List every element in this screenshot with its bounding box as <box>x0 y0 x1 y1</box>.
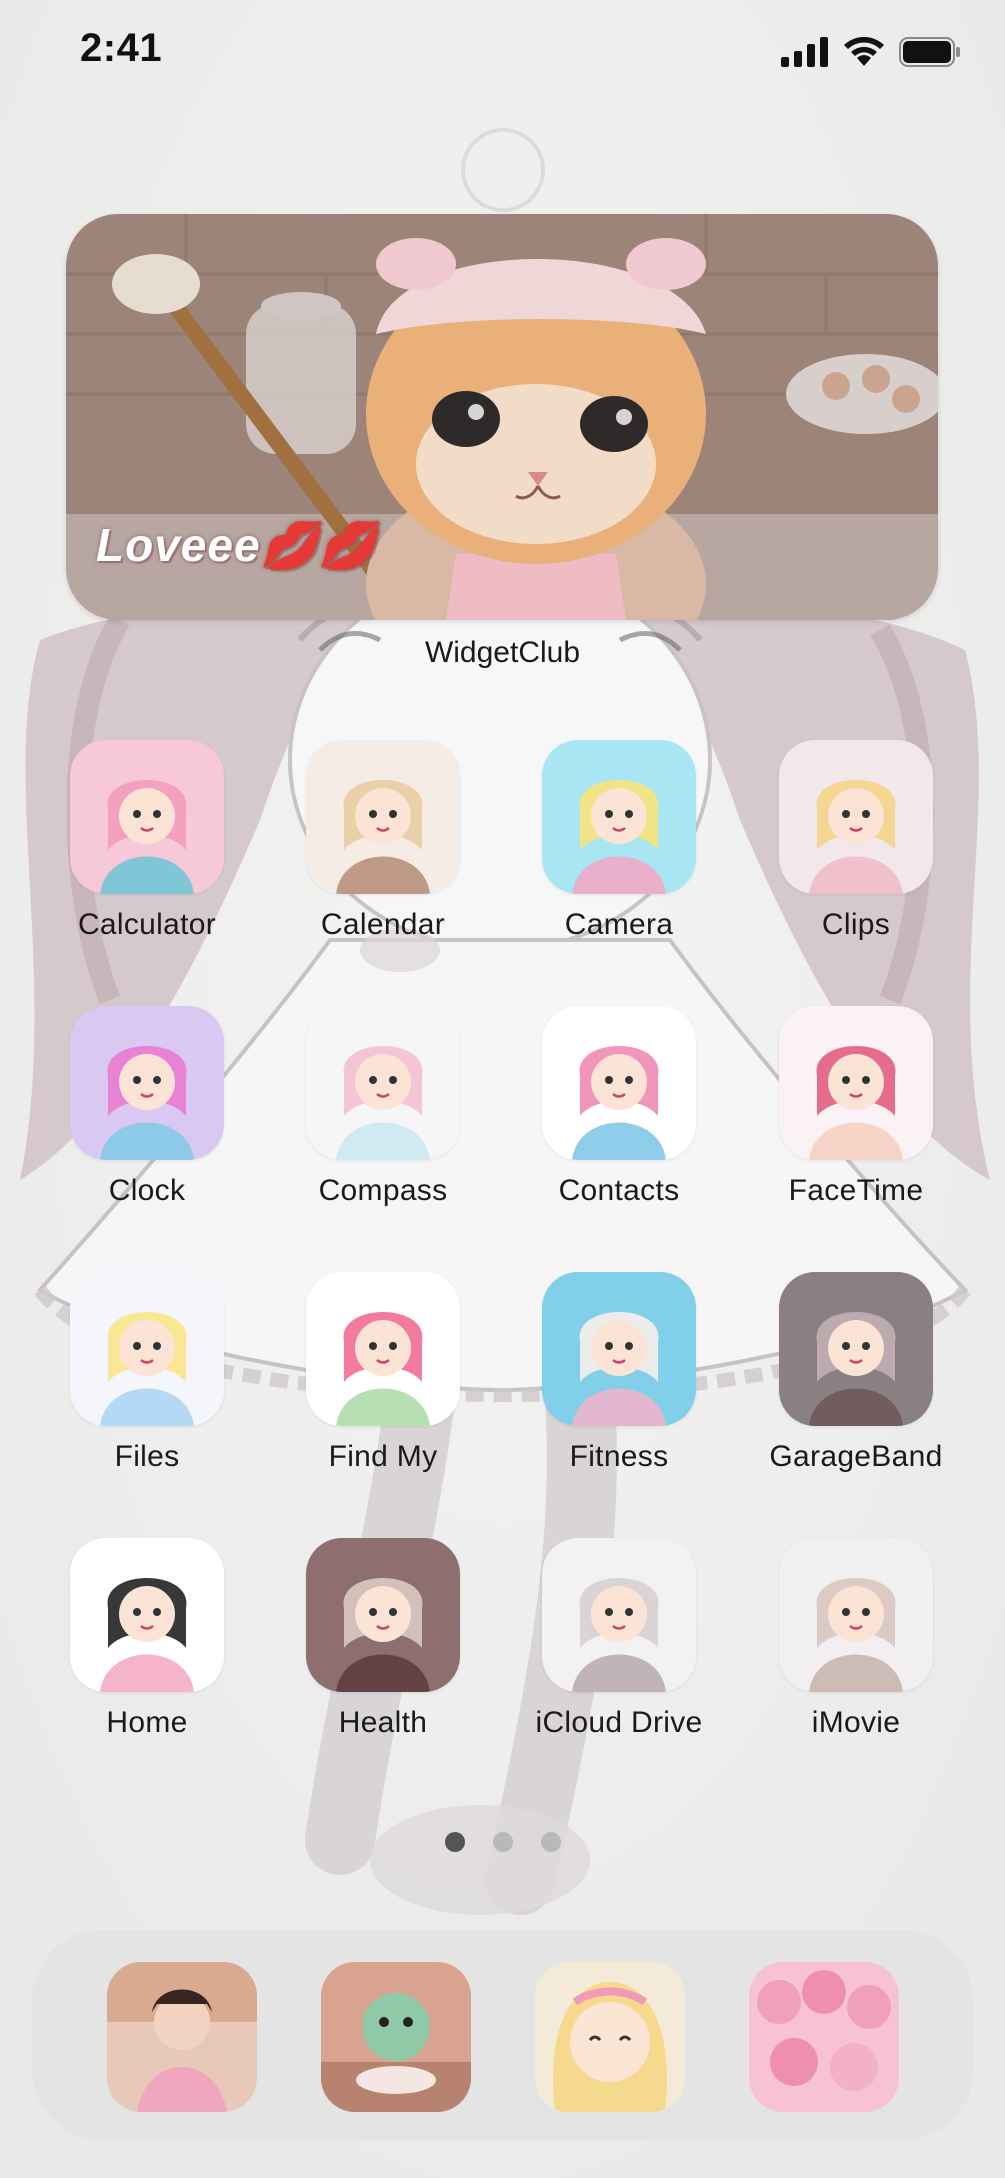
app-label: Camera <box>564 908 674 941</box>
app-clock[interactable]: Clock <box>29 1006 265 1236</box>
app-label: Calendar <box>320 908 446 941</box>
app-find-my[interactable]: Find My <box>265 1272 501 1502</box>
app-label: iMovie <box>811 1706 901 1739</box>
find-my-icon <box>306 1272 460 1426</box>
facetime-icon <box>779 1006 933 1160</box>
widget-text: Loveee💋💋 <box>96 519 378 571</box>
app-label: Fitness <box>569 1440 669 1473</box>
app-label: Health <box>338 1706 428 1739</box>
clock-icon <box>70 1006 224 1160</box>
cellular-signal-icon <box>781 37 828 67</box>
app-camera[interactable]: Camera <box>501 740 737 970</box>
health-icon <box>306 1538 460 1692</box>
clips-icon <box>779 740 933 894</box>
dock-app-3-icon <box>535 1962 685 2112</box>
app-label: Calculator <box>77 908 217 941</box>
app-imovie[interactable]: iMovie <box>738 1538 974 1768</box>
app-icloud-drive[interactable]: iCloud Drive <box>501 1538 737 1768</box>
home-screen: 2:41 Loveee💋💋 WidgetClub Calculator Cale… <box>0 0 1005 2178</box>
app-health[interactable]: Health <box>265 1538 501 1768</box>
app-files[interactable]: Files <box>29 1272 265 1502</box>
dock-app-2[interactable] <box>321 1962 471 2112</box>
page-dot-3[interactable] <box>540 1832 561 1852</box>
app-fitness[interactable]: Fitness <box>501 1272 737 1502</box>
app-label: GarageBand <box>769 1440 943 1473</box>
status-icons <box>781 36 961 68</box>
icloud-drive-icon <box>542 1538 696 1692</box>
dock <box>32 1930 973 2140</box>
dock-app-4[interactable] <box>749 1962 899 2112</box>
app-label: Contacts <box>558 1174 680 1207</box>
photo-widget[interactable]: Loveee💋💋 <box>66 214 938 620</box>
app-compass[interactable]: Compass <box>265 1006 501 1236</box>
contacts-icon <box>542 1006 696 1160</box>
app-label: Clock <box>108 1174 186 1207</box>
calendar-icon <box>306 740 460 894</box>
page-dot-2[interactable] <box>492 1832 513 1852</box>
dock-app-4-icon <box>749 1962 899 2112</box>
app-calendar[interactable]: Calendar <box>265 740 501 970</box>
app-label: Compass <box>318 1174 448 1207</box>
app-garageband[interactable]: GarageBand <box>738 1272 974 1502</box>
status-bar: 2:41 <box>0 0 1005 110</box>
wifi-icon <box>844 37 884 66</box>
home-icon <box>70 1538 224 1692</box>
app-label: iCloud Drive <box>535 1706 703 1739</box>
files-icon <box>70 1272 224 1426</box>
fitness-icon <box>542 1272 696 1426</box>
camera-icon <box>542 740 696 894</box>
page-indicator[interactable] <box>0 1832 1005 1852</box>
dock-app-2-icon <box>321 1962 471 2112</box>
app-clips[interactable]: Clips <box>738 740 974 970</box>
app-label: Clips <box>821 908 891 941</box>
app-facetime[interactable]: FaceTime <box>738 1006 974 1236</box>
app-home[interactable]: Home <box>29 1538 265 1768</box>
dock-app-1[interactable] <box>107 1962 257 2112</box>
imovie-icon <box>779 1538 933 1692</box>
battery-icon <box>899 37 960 67</box>
dock-app-1-icon <box>107 1962 257 2112</box>
compass-icon <box>306 1006 460 1160</box>
app-label: FaceTime <box>788 1174 924 1207</box>
app-label: Files <box>114 1440 180 1473</box>
calculator-icon <box>70 740 224 894</box>
app-label: Find My <box>328 1440 438 1473</box>
app-label: Home <box>106 1706 188 1739</box>
app-contacts[interactable]: Contacts <box>501 1006 737 1236</box>
dock-app-3[interactable] <box>535 1962 685 2112</box>
widget-label: WidgetClub <box>424 636 581 669</box>
status-time: 2:41 <box>80 26 163 70</box>
page-dot-1[interactable] <box>444 1832 465 1852</box>
app-calculator[interactable]: Calculator <box>29 740 265 970</box>
garageband-icon <box>779 1272 933 1426</box>
